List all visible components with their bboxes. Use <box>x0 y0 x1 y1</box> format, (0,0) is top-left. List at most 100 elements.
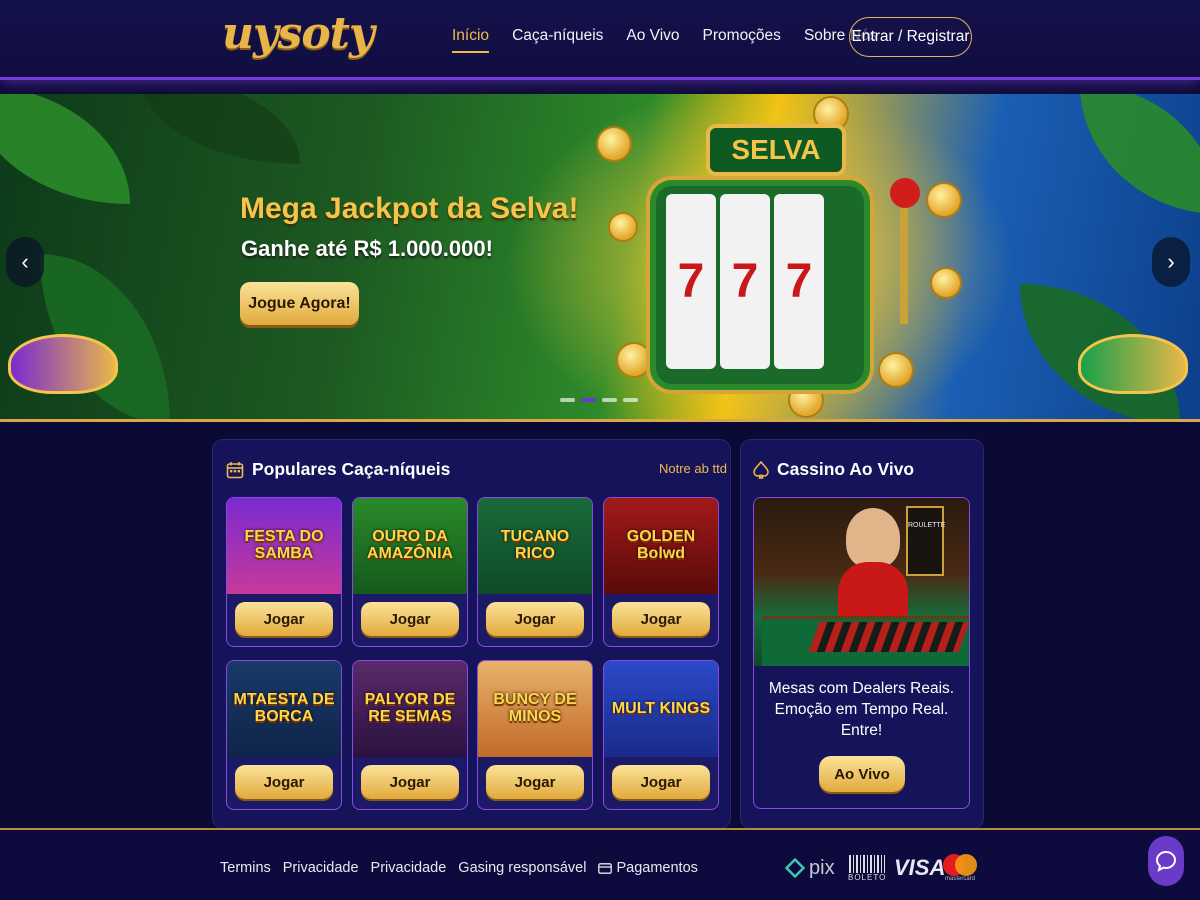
live-casino-card[interactable]: ROULETTE Mesas com Dealers Reais. Emoção… <box>753 497 970 809</box>
barcode-icon <box>849 854 886 873</box>
boleto-label: BOLETO <box>848 872 887 882</box>
play-now-button[interactable]: Jogue Agora! <box>240 282 359 325</box>
live-text-line: Entre! <box>840 722 883 739</box>
hero-banner: SELVA 7 7 7 Mega Jackpot da Selva! Ganhe… <box>0 94 1200 422</box>
footer-links: Termins Privacidade Privacidade Gasing r… <box>220 860 698 876</box>
play-button[interactable]: Jogar <box>235 602 333 636</box>
slot-lever-ball <box>890 178 920 208</box>
slot-reel: 7 <box>774 194 824 369</box>
spade-icon <box>753 460 769 479</box>
popular-slots-title: Populares Caça-níqueis <box>252 459 451 479</box>
game-tile-mtaesta-de-borca[interactable]: MTAESTA DE BORCA Jogar <box>226 660 342 810</box>
play-button[interactable]: Jogar <box>486 765 584 799</box>
nav-item-caca-niqueis[interactable]: Caça-níqueis <box>512 27 603 53</box>
footer-link-responsible-gaming[interactable]: Gasing responsável <box>458 860 586 876</box>
coin-icon <box>610 214 636 240</box>
pix-logo: pix <box>785 852 835 884</box>
carousel-dot[interactable] <box>602 398 617 402</box>
game-title: GOLDEN Bolwd <box>604 498 718 594</box>
site-footer: Termins Privacidade Privacidade Gasing r… <box>0 828 1200 900</box>
carousel-dot[interactable] <box>581 398 596 402</box>
game-tile-festa-do-samba[interactable]: FESTA DO SAMBA Jogar <box>226 497 342 647</box>
game-title: BUNCY DE MINOS <box>478 661 592 757</box>
footer-link-terms[interactable]: Termins <box>220 860 271 876</box>
carousel-next-button[interactable]: › <box>1152 237 1190 287</box>
boleto-logo: BOLETO <box>848 852 886 884</box>
live-casino-button[interactable]: Ao Vivo <box>819 756 905 792</box>
nav-item-inicio[interactable]: Início <box>452 27 490 53</box>
slot-sign: SELVA <box>706 124 846 176</box>
game-title: MTAESTA DE BORCA <box>227 661 341 757</box>
visa-logo: VISA <box>894 852 945 884</box>
play-button[interactable]: Jogar <box>612 765 710 799</box>
dealer-dress <box>838 562 908 622</box>
game-tile-golden[interactable]: GOLDEN Bolwd Jogar <box>603 497 719 647</box>
roulette-grid <box>808 622 969 652</box>
coin-icon <box>880 354 912 386</box>
mastercard-icon <box>943 854 977 876</box>
live-casino-description: Mesas com Dealers Reais. Emoção em Tempo… <box>754 678 969 741</box>
chat-button[interactable] <box>1148 836 1184 886</box>
play-button[interactable]: Jogar <box>361 765 459 799</box>
leaf-decoration <box>1080 94 1200 214</box>
footer-link-payments[interactable]: Pagamentos <box>598 860 698 876</box>
game-title: PALYOR DE RE SEMAS <box>353 661 467 757</box>
carousel-prev-button[interactable]: ‹ <box>6 237 44 287</box>
game-title: OURO DA AMAZÔNIA <box>353 498 467 594</box>
popular-slots-heading: Populares Caça-níqueis <box>226 459 450 480</box>
main-nav: Início Caça-níqueis Ao Vivo Promoções So… <box>452 27 877 53</box>
play-button[interactable]: Jogar <box>612 602 710 636</box>
see-all-link[interactable]: Notre ab ttd <box>659 461 727 476</box>
game-tile-palyor-de-re-semas[interactable]: PALYOR DE RE SEMAS Jogar <box>352 660 468 810</box>
site-header: uysoty Início Caça-níqueis Ao Vivo Promo… <box>0 0 1200 80</box>
footer-link-payments-label: Pagamentos <box>616 860 698 876</box>
carousel-dot[interactable] <box>623 398 638 402</box>
game-tile-mult-kings[interactable]: MULT KINGS Jogar <box>603 660 719 810</box>
hero-subtitle: Ganhe até R$ 1.000.000! <box>241 236 493 261</box>
carnival-mask-icon <box>1078 334 1188 394</box>
site-logo[interactable]: uysoty <box>222 8 375 59</box>
live-casino-heading: Cassino Ao Vivo <box>753 459 914 480</box>
slot-lever <box>900 194 908 324</box>
chevron-left-icon: ‹ <box>21 249 29 274</box>
hero-title: Mega Jackpot da Selva! <box>240 192 579 225</box>
coin-icon <box>618 344 650 376</box>
live-text-line: Emoção em Tempo Real. <box>774 701 949 718</box>
coin-icon <box>928 184 960 216</box>
play-button[interactable]: Jogar <box>486 602 584 636</box>
game-title: TUCANO RICO <box>478 498 592 594</box>
mastercard-logo: mastercard <box>943 852 977 884</box>
nav-item-promocoes[interactable]: Promoções <box>703 27 781 53</box>
nav-item-ao-vivo[interactable]: Ao Vivo <box>626 27 679 53</box>
pix-label: pix <box>809 856 835 879</box>
leaf-decoration <box>140 94 300 164</box>
game-title: FESTA DO SAMBA <box>227 498 341 594</box>
login-register-button[interactable]: Entrar / Registrar <box>849 17 972 57</box>
game-tile-ouro-da-amazonia[interactable]: OURO DA AMAZÔNIA Jogar <box>352 497 468 647</box>
coin-icon <box>598 128 630 160</box>
play-button[interactable]: Jogar <box>235 765 333 799</box>
chat-icon <box>1155 850 1177 872</box>
game-tile-tucano-rico[interactable]: TUCANO RICO Jogar <box>477 497 593 647</box>
footer-link-privacy-2[interactable]: Privacidade <box>371 860 447 876</box>
live-text-line: Mesas com Dealers Reais. <box>768 680 955 697</box>
carousel-dots <box>560 398 638 402</box>
roulette-sign: ROULETTE <box>906 506 945 576</box>
visa-label: VISA <box>894 855 946 880</box>
calendar-icon <box>226 461 244 478</box>
game-tile-buncy-de-minos[interactable]: BUNCY DE MINOS Jogar <box>477 660 593 810</box>
game-title: MULT KINGS <box>604 661 718 757</box>
footer-link-privacy[interactable]: Privacidade <box>283 860 359 876</box>
live-casino-title: Cassino Ao Vivo <box>777 459 915 479</box>
carousel-dot[interactable] <box>560 398 575 402</box>
card-icon <box>598 862 613 874</box>
slot-reel: 7 <box>666 194 716 369</box>
chevron-right-icon: › <box>1167 249 1175 274</box>
play-button[interactable]: Jogar <box>361 602 459 636</box>
leaf-decoration <box>0 94 130 204</box>
dealer-figure <box>846 508 900 568</box>
slot-reel: 7 <box>720 194 770 369</box>
live-dealer-image: ROULETTE <box>754 498 969 666</box>
carnival-mask-icon <box>8 334 118 394</box>
pix-icon <box>785 858 805 878</box>
